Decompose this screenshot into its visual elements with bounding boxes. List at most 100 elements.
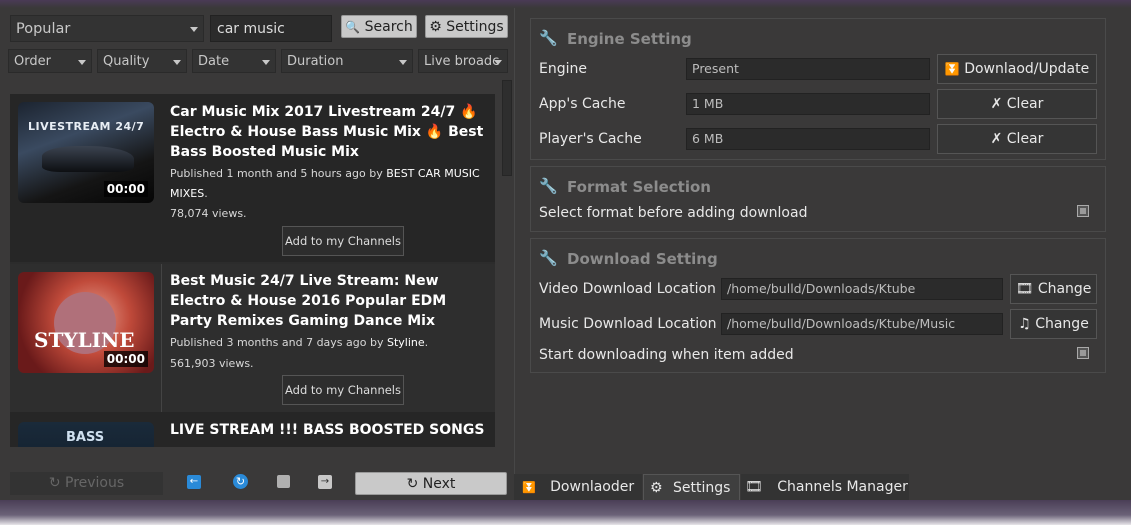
video-author[interactable]: Styline — [387, 336, 425, 349]
list-item[interactable]: BASS LIVE STREAM !!! BASS BOOSTED SONGS — [10, 412, 495, 447]
refresh-icon: ↻ — [406, 476, 419, 492]
video-list[interactable]: LIVESTREAM 24/7 00:00 Car Music Mix 2017… — [10, 94, 495, 447]
change-video-location-button[interactable]: 🎞 Change — [1010, 274, 1097, 304]
next-button[interactable]: ↻ Next — [355, 472, 507, 495]
filter-order-label: Order — [14, 54, 51, 69]
video-title[interactable]: Best Music 24/7 Live Stream: New Electro… — [170, 271, 490, 331]
filter-quality-label: Quality — [103, 54, 150, 69]
video-duration: 00:00 — [103, 351, 148, 367]
player-cache-field: 6 MB — [686, 128, 930, 150]
wrench-icon: 🔧 — [539, 177, 558, 195]
change-label: Change — [1037, 281, 1092, 297]
list-item[interactable]: LIVESTREAM 24/7 00:00 Car Music Mix 2017… — [10, 94, 495, 262]
stop-icon[interactable] — [277, 475, 290, 488]
tab-settings[interactable]: ⚙ Settings — [643, 474, 740, 501]
format-selection-group: 🔧 Format Selection Select format before … — [530, 166, 1106, 232]
category-value: Popular — [16, 21, 71, 37]
app-cache-field: 1 MB — [686, 93, 930, 115]
settings-button-label: Settings — [446, 19, 504, 35]
video-location-field: /home/bulld/Downloads/Ktube — [721, 278, 1003, 300]
group-title: Format Selection — [567, 178, 711, 196]
video-title[interactable]: LIVE STREAM !!! BASS BOOSTED SONGS — [170, 420, 490, 440]
clear-player-cache-button[interactable]: ✗ Clear — [937, 124, 1097, 154]
close-icon: ✗ — [990, 96, 1003, 112]
clear-label: Clear — [1006, 96, 1044, 112]
title-gradient — [0, 0, 1131, 8]
chevron-down-icon — [173, 60, 181, 65]
previous-label: Previous — [65, 475, 125, 491]
change-music-location-button[interactable]: ♫ Change — [1010, 309, 1097, 339]
video-published: Published 3 months and 7 days ago by Sty… — [170, 336, 429, 349]
add-to-channels-button[interactable]: Add to my Channels — [282, 375, 404, 405]
add-to-channels-button[interactable]: Add to my Channels — [282, 226, 404, 256]
video-title[interactable]: Car Music Mix 2017 Livestream 24/7 🔥 Ele… — [170, 102, 490, 162]
group-title: Download Setting — [567, 250, 718, 268]
search-query: car music — [217, 21, 285, 37]
search-input[interactable]: car music — [210, 15, 332, 42]
category-select[interactable]: Popular — [10, 15, 204, 42]
chevron-down-icon — [190, 27, 198, 32]
video-views: 561,903 views. — [170, 357, 254, 370]
last-page-icon[interactable]: → — [318, 475, 332, 489]
video-location-label: Video Download Location — [539, 281, 716, 297]
filter-order[interactable]: Order — [8, 49, 92, 73]
app-window: Popular car music 🔍 Search ⚙ Settings Or… — [0, 0, 1131, 525]
download-update-button[interactable]: ⏬ Downlaod/Update — [937, 54, 1097, 84]
download-setting-group: 🔧 Download Setting Video Download Locati… — [530, 238, 1106, 373]
film-icon: 🎞 — [1015, 281, 1034, 297]
list-item[interactable]: STYLINE 00:00 Best Music 24/7 Live Strea… — [10, 264, 495, 412]
clear-app-cache-button[interactable]: ✗ Clear — [937, 89, 1097, 119]
wrench-icon: 🔧 — [539, 29, 558, 47]
thumbnail-caption: STYLINE — [34, 328, 135, 352]
music-location-label: Music Download Location — [539, 316, 717, 332]
settings-button[interactable]: ⚙ Settings — [425, 15, 508, 38]
list-scrollbar[interactable] — [502, 80, 512, 176]
video-thumbnail[interactable]: STYLINE 00:00 — [18, 272, 154, 373]
bottom-gradient — [0, 500, 1131, 525]
filter-duration[interactable]: Duration — [281, 49, 413, 73]
search-icon: 🔍 — [345, 20, 361, 34]
player-cache-label: Player's Cache — [539, 131, 642, 147]
next-label: Next — [422, 476, 456, 492]
filter-date[interactable]: Date — [192, 49, 276, 73]
group-title: Engine Setting — [567, 30, 692, 48]
music-note-icon: ♫ — [1018, 316, 1031, 332]
column-divider — [161, 264, 162, 412]
video-views: 78,074 views. — [170, 207, 247, 220]
select-format-checkbox[interactable] — [1077, 205, 1089, 217]
video-published: Published 1 month and 5 hours ago by BES… — [170, 167, 480, 200]
first-page-icon[interactable]: ← — [187, 475, 201, 489]
filter-live[interactable]: Live broadc — [418, 49, 508, 73]
engine-field: Present — [686, 58, 930, 80]
start-downloading-label: Start downloading when item added — [539, 347, 794, 363]
start-downloading-checkbox[interactable] — [1077, 347, 1089, 359]
published-text: Published 1 month and 5 hours ago by — [170, 167, 383, 180]
select-format-label: Select format before adding download — [539, 205, 808, 221]
tab-downloader[interactable]: ⏬ Downlaoder — [514, 474, 642, 501]
chevron-down-icon — [262, 60, 270, 65]
gear-icon: ⚙ — [429, 19, 442, 35]
filter-quality[interactable]: Quality — [97, 49, 187, 73]
video-thumbnail[interactable]: LIVESTREAM 24/7 00:00 — [18, 102, 154, 203]
music-location-field: /home/bulld/Downloads/Ktube/Music — [721, 313, 1003, 335]
close-icon: ✗ — [990, 131, 1003, 147]
refresh-icon: ↻ — [48, 475, 61, 491]
tab-channels-manager[interactable]: 🎞 Channels Manager — [741, 474, 909, 501]
tab-channels-manager-label: Channels Manager — [777, 479, 908, 495]
engine-setting-group: 🔧 Engine Setting Engine Present ⏬ Downla… — [530, 18, 1106, 160]
download-update-label: Downlaod/Update — [964, 61, 1090, 77]
previous-button[interactable]: ↻ Previous — [10, 472, 163, 495]
filter-live-label: Live broadc — [424, 54, 500, 69]
pane-splitter[interactable] — [514, 8, 515, 474]
published-text: Published 3 months and 7 days ago by — [170, 336, 384, 349]
change-label: Change — [1035, 316, 1089, 332]
chevron-down-icon — [399, 60, 407, 65]
video-thumbnail[interactable]: BASS — [18, 422, 154, 447]
filter-duration-label: Duration — [287, 54, 344, 69]
reload-icon[interactable]: ↻ — [233, 474, 248, 489]
gear-icon: ⚙ — [650, 480, 663, 496]
thumbnail-caption: LIVESTREAM 24/7 — [28, 120, 145, 133]
search-button[interactable]: 🔍 Search — [341, 15, 417, 38]
wrench-icon: 🔧 — [539, 249, 558, 267]
chevron-down-icon — [78, 60, 86, 65]
